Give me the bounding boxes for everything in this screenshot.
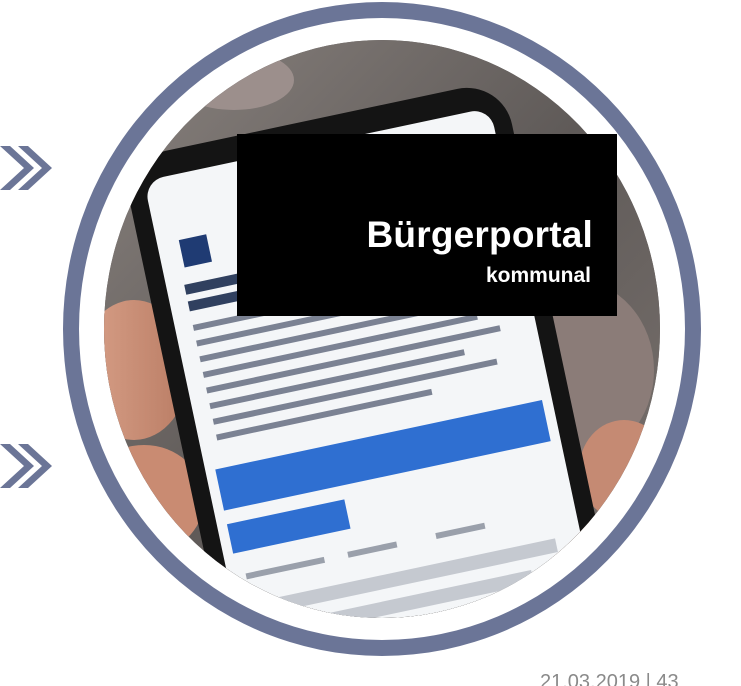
double-chevron-right-icon: [0, 146, 52, 190]
smartphone-illustration: [104, 40, 660, 618]
smartphone-photo: [104, 40, 660, 618]
label-subtitle: kommunal: [485, 264, 591, 287]
slide-canvas: Bürgerportal kommunal 21.03.2019 | 43: [0, 0, 741, 686]
double-chevron-right-icon: [0, 444, 52, 488]
title-label-box: Bürgerportal kommunal: [237, 134, 617, 316]
slide-footer: 21.03.2019 | 43: [540, 671, 679, 686]
label-title: Bürgerportal: [366, 214, 593, 255]
